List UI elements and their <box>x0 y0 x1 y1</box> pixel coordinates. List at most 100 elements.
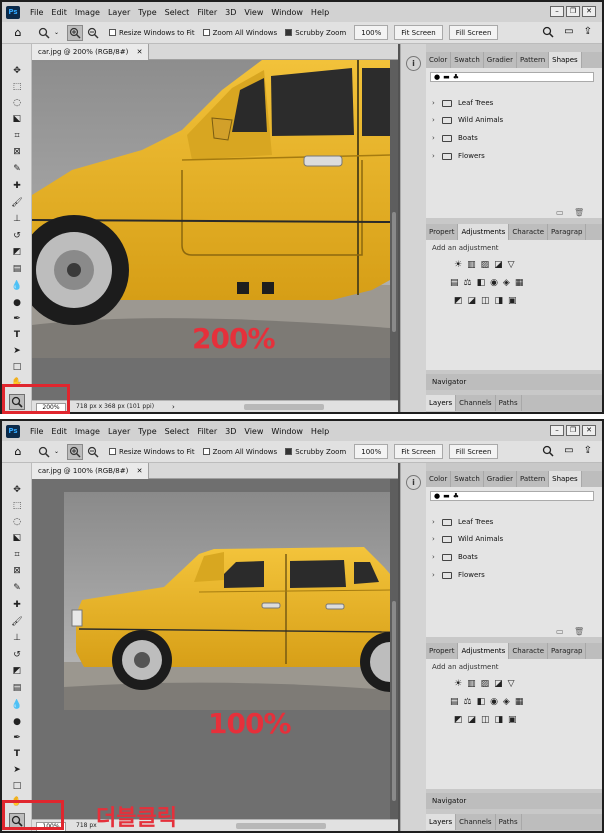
fill-screen-button[interactable]: Fill Screen <box>448 444 499 459</box>
tab-gradients[interactable]: Gradier <box>484 471 517 487</box>
resize-windows-checkbox[interactable]: Resize Windows to Fit <box>109 448 195 456</box>
menu-view[interactable]: View <box>244 427 263 436</box>
horizontal-scroll-thumb[interactable] <box>244 404 324 410</box>
menu-layer[interactable]: Layer <box>108 427 130 436</box>
home-icon[interactable]: ⌂ <box>10 25 26 41</box>
fill-screen-button[interactable]: Fill Screen <box>448 25 499 40</box>
info-icon[interactable]: i <box>406 56 421 71</box>
shape-folder-leaf-trees[interactable]: › Leaf Trees <box>432 515 592 529</box>
trash-icon[interactable]: 🗑 <box>574 627 584 636</box>
workspace-icon[interactable]: ▭ <box>564 445 573 457</box>
new-folder-icon[interactable]: ▭ <box>556 627 564 636</box>
tab-character[interactable]: Characte <box>509 643 549 659</box>
type-tool-icon[interactable]: T <box>10 328 24 342</box>
tab-paths[interactable]: Paths <box>496 814 522 830</box>
quick-select-tool-icon[interactable]: ⬕ <box>10 531 24 545</box>
shape-folder-flowers[interactable]: › Flowers <box>432 149 592 163</box>
dodge-tool-icon[interactable]: ● <box>10 715 24 729</box>
zoom-tool-preset-icon[interactable] <box>36 444 52 460</box>
tab-properties[interactable]: Propert <box>426 224 459 240</box>
tab-channels[interactable]: Channels <box>456 814 496 830</box>
tab-adjustments[interactable]: Adjustments <box>458 643 510 659</box>
minimize-icon[interactable]: – <box>550 6 564 17</box>
menu-layer[interactable]: Layer <box>108 8 130 17</box>
shape-folder-flowers[interactable]: › Flowers <box>432 568 592 582</box>
zoom-in-icon[interactable] <box>67 24 84 41</box>
zoom-out-icon[interactable] <box>85 25 101 41</box>
shape-blob-icon[interactable]: ● <box>434 73 440 81</box>
path-select-icon[interactable]: ➤ <box>10 763 24 777</box>
pen-tool-icon[interactable]: ✒ <box>10 731 24 745</box>
vertical-scroll-thumb[interactable] <box>392 601 396 801</box>
home-icon[interactable]: ⌂ <box>10 444 26 460</box>
tab-close-icon[interactable]: ✕ <box>137 467 143 475</box>
menu-window[interactable]: Window <box>271 427 303 436</box>
navigator-tab[interactable]: Navigator <box>426 374 602 390</box>
eyedropper-tool-icon[interactable]: ✎ <box>10 162 24 176</box>
fit-screen-button[interactable]: Fit Screen <box>394 444 443 459</box>
tab-shapes[interactable]: Shapes <box>549 52 582 68</box>
move-tool-icon[interactable]: ✥ <box>10 64 24 78</box>
zoom-out-icon[interactable] <box>85 444 101 460</box>
menu-window[interactable]: Window <box>271 8 303 17</box>
zoom-tool-preset-icon[interactable] <box>36 25 52 41</box>
shape-folder-leaf-trees[interactable]: › Leaf Trees <box>432 96 592 110</box>
tab-patterns[interactable]: Pattern <box>517 471 550 487</box>
chevron-down-icon[interactable]: ⌄ <box>54 448 59 455</box>
eraser-tool-icon[interactable]: ◩ <box>10 664 24 678</box>
gradient-tool-icon[interactable]: ▤ <box>10 262 24 276</box>
tab-shapes[interactable]: Shapes <box>549 471 582 487</box>
navigator-tab[interactable]: Navigator <box>426 793 602 809</box>
scrubby-zoom-checkbox[interactable]: Scrubby Zoom <box>285 448 346 456</box>
zoom-100-button[interactable]: 100% <box>354 444 389 459</box>
zoom-in-icon[interactable] <box>67 443 84 460</box>
move-tool-icon[interactable]: ✥ <box>10 483 24 497</box>
restore-icon[interactable]: ❐ <box>566 6 580 17</box>
menu-edit[interactable]: Edit <box>51 427 67 436</box>
brush-tool-icon[interactable]: 🖌 <box>10 196 24 210</box>
tab-properties[interactable]: Propert <box>426 643 459 659</box>
workspace-icon[interactable]: ▭ <box>564 26 573 38</box>
tab-adjustments[interactable]: Adjustments <box>458 224 510 240</box>
close-icon[interactable]: ✕ <box>582 425 596 436</box>
path-select-icon[interactable]: ➤ <box>10 344 24 358</box>
zoom-all-checkbox[interactable]: Zoom All Windows <box>202 448 277 456</box>
zoom-all-checkbox[interactable]: Zoom All Windows <box>202 29 277 37</box>
rectangle-tool-icon[interactable]: □ <box>10 360 24 374</box>
close-icon[interactable]: ✕ <box>582 6 596 17</box>
tab-paths[interactable]: Paths <box>496 395 522 411</box>
trash-icon[interactable]: 🗑 <box>574 208 584 217</box>
shape-line-icon[interactable]: ▬ <box>443 492 450 500</box>
chevron-down-icon[interactable]: ⌄ <box>54 29 59 36</box>
menu-file[interactable]: File <box>30 427 43 436</box>
tab-color[interactable]: Color <box>426 471 452 487</box>
zoom-100-button[interactable]: 100% <box>354 25 389 40</box>
brush-tool-icon[interactable]: 🖌 <box>10 615 24 629</box>
history-brush-icon[interactable]: ↺ <box>10 229 24 243</box>
share-icon[interactable]: ⇪ <box>584 26 592 38</box>
lasso-tool-icon[interactable]: ◌ <box>10 515 24 529</box>
adjustment-row-2-icons[interactable]: ▤⚖◧◉◈▦ <box>450 278 528 288</box>
chevron-right-icon[interactable]: › <box>172 403 175 411</box>
new-folder-icon[interactable]: ▭ <box>556 208 564 217</box>
menu-image[interactable]: Image <box>75 8 100 17</box>
quick-select-tool-icon[interactable]: ⬕ <box>10 112 24 126</box>
shape-palm-icon[interactable]: ♣ <box>453 492 459 500</box>
vertical-scroll-thumb[interactable] <box>392 212 396 332</box>
tab-swatches[interactable]: Swatch <box>451 52 484 68</box>
menu-select[interactable]: Select <box>165 8 190 17</box>
menu-image[interactable]: Image <box>75 427 100 436</box>
tab-paragraph[interactable]: Paragrap <box>548 224 587 240</box>
share-icon[interactable]: ⇪ <box>584 445 592 457</box>
search-icon[interactable] <box>542 445 554 457</box>
menu-select[interactable]: Select <box>165 427 190 436</box>
lasso-tool-icon[interactable]: ◌ <box>10 96 24 110</box>
tab-gradients[interactable]: Gradier <box>484 52 517 68</box>
fit-screen-button[interactable]: Fit Screen <box>394 25 443 40</box>
menu-file[interactable]: File <box>30 8 43 17</box>
minimize-icon[interactable]: – <box>550 425 564 436</box>
dodge-tool-icon[interactable]: ● <box>10 296 24 310</box>
tab-patterns[interactable]: Pattern <box>517 52 550 68</box>
menu-type[interactable]: Type <box>138 427 156 436</box>
eraser-tool-icon[interactable]: ◩ <box>10 245 24 259</box>
